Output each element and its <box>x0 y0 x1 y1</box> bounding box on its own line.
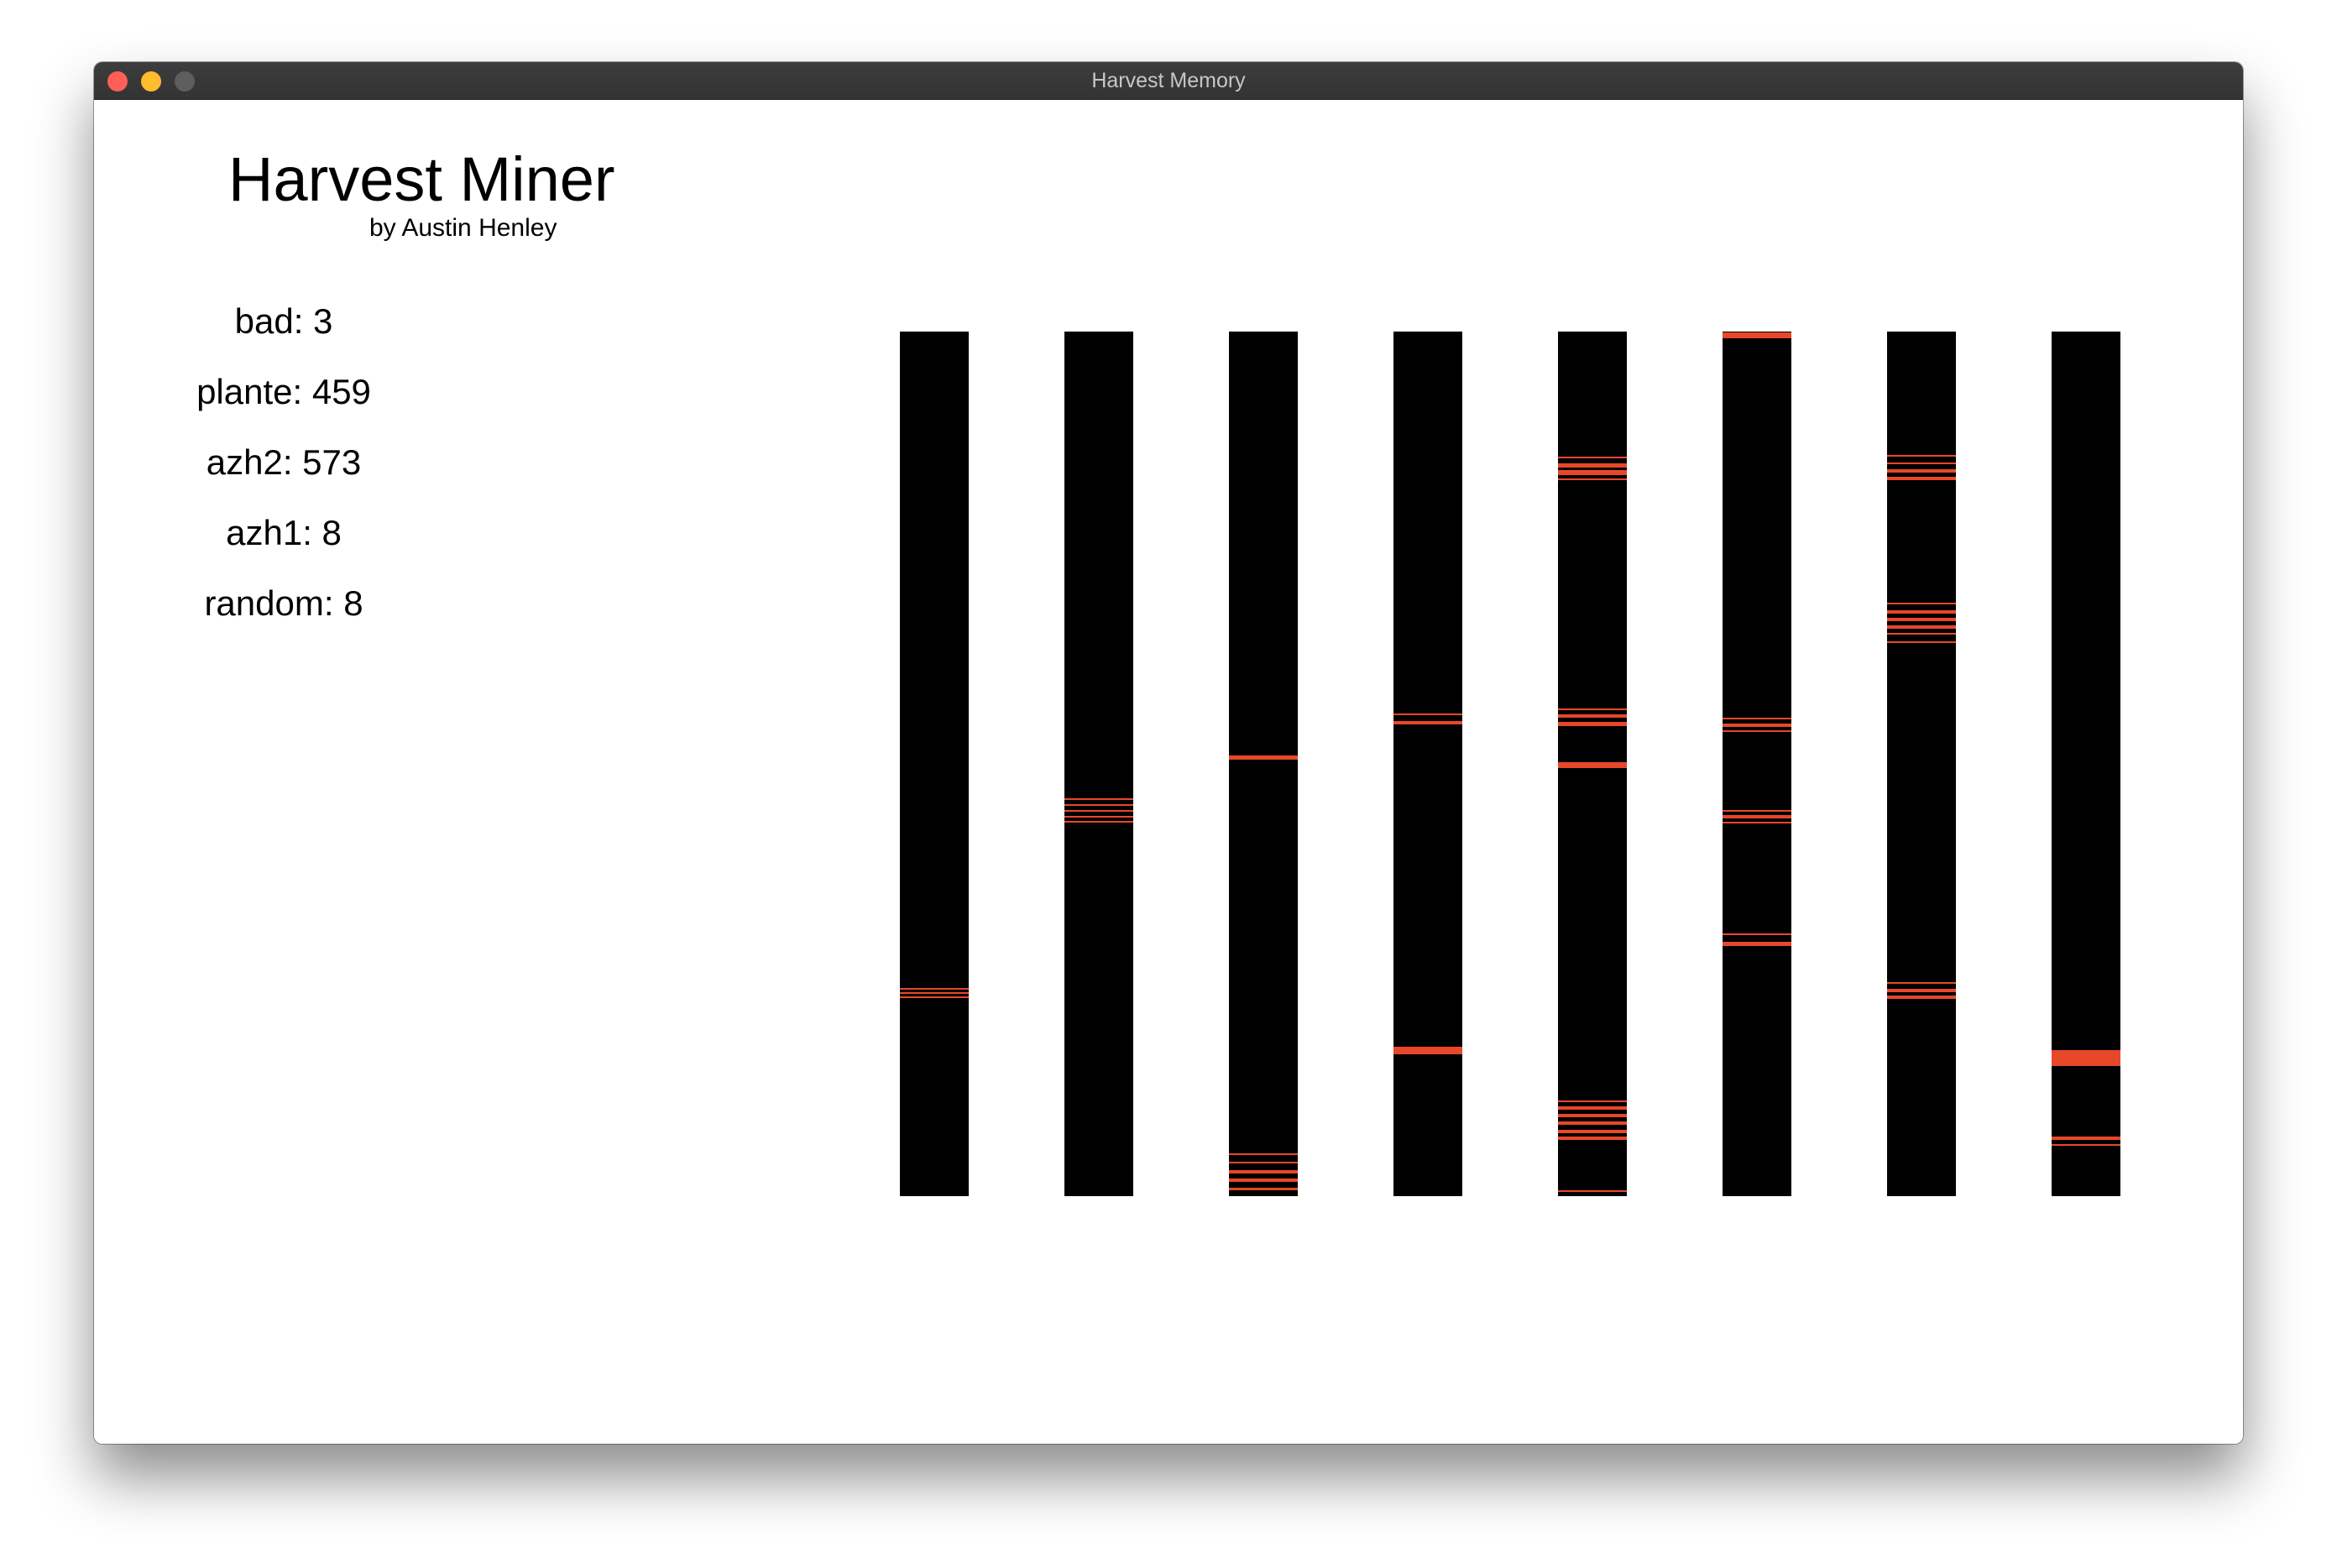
memory-column-2 <box>1064 332 1133 1196</box>
memory-mark <box>900 992 969 994</box>
memory-mark <box>900 988 969 990</box>
stat-plante: plante: 459 <box>196 372 371 411</box>
memory-mark <box>1887 469 1956 473</box>
memory-mark <box>1064 810 1133 812</box>
memory-mark <box>1558 714 1627 718</box>
stat-label: random <box>204 583 324 623</box>
stat-label: azh2 <box>206 442 283 482</box>
memory-mark <box>1723 718 1791 719</box>
memory-mark <box>1723 810 1791 812</box>
window-title: Harvest Memory <box>1091 69 1246 92</box>
memory-mark <box>1558 1130 1627 1133</box>
memory-visualization <box>900 332 2159 1196</box>
stat-value: 573 <box>302 442 362 482</box>
memory-mark <box>1723 730 1791 732</box>
memory-mark <box>1887 625 1956 629</box>
stat-label: azh1 <box>226 513 303 552</box>
memory-mark <box>1064 816 1133 818</box>
memory-mark <box>1558 1137 1627 1140</box>
memory-mark <box>1064 821 1133 823</box>
memory-mark <box>1887 455 1956 457</box>
memory-column-7 <box>1887 332 1956 1196</box>
memory-mark <box>1723 332 1791 338</box>
memory-mark <box>1558 463 1627 468</box>
app-title: Harvest Miner <box>228 144 615 214</box>
stat-value: 3 <box>313 301 333 341</box>
memory-mark <box>1723 724 1791 727</box>
memory-mark <box>1064 798 1133 800</box>
stat-azh1: azh1: 8 <box>226 513 342 552</box>
memory-mark <box>1229 1153 1298 1155</box>
stats-list: bad: 3 plante: 459 azh2: 573 azh1: 8 ran… <box>170 286 398 639</box>
memory-mark <box>1393 713 1462 715</box>
memory-mark <box>1887 463 1956 464</box>
memory-mark <box>2052 1050 2120 1066</box>
memory-mark <box>1229 1170 1298 1173</box>
app-subtitle: by Austin Henley <box>369 214 557 242</box>
memory-mark <box>1887 477 1956 480</box>
memory-mark <box>1229 1162 1298 1163</box>
memory-mark <box>1393 721 1462 724</box>
stat-label: bad <box>234 301 294 341</box>
memory-column-6 <box>1723 332 1791 1196</box>
memory-mark <box>900 996 969 998</box>
memory-mark <box>1229 755 1298 760</box>
memory-mark <box>2052 1144 2120 1146</box>
stat-value: 8 <box>343 583 363 623</box>
memory-mark <box>1393 1047 1462 1054</box>
memory-mark <box>1887 989 1956 992</box>
memory-column-1 <box>900 332 969 1196</box>
memory-column-3 <box>1229 332 1298 1196</box>
memory-mark <box>1887 618 1956 621</box>
memory-mark <box>1723 933 1791 935</box>
app-content: Harvest Miner by Austin Henley bad: 3 pl… <box>94 100 2243 1444</box>
memory-mark <box>1064 804 1133 806</box>
memory-mark <box>1887 633 1956 635</box>
memory-mark <box>1887 603 1956 604</box>
stat-random: random: 8 <box>204 583 363 623</box>
memory-mark <box>1723 822 1791 823</box>
memory-mark <box>1558 1114 1627 1117</box>
memory-mark <box>1558 470 1627 475</box>
stat-value: 459 <box>311 372 371 411</box>
memory-mark <box>1558 762 1627 768</box>
memory-mark <box>1887 996 1956 999</box>
stat-label: plante <box>196 372 293 411</box>
memory-mark <box>1558 1190 1627 1192</box>
memory-mark <box>1723 815 1791 818</box>
stat-value: 8 <box>322 513 342 552</box>
app-window: Harvest Memory Harvest Miner by Austin H… <box>94 62 2243 1444</box>
memory-mark <box>1558 1100 1627 1102</box>
memory-mark <box>1887 610 1956 614</box>
memory-mark <box>1229 1179 1298 1182</box>
memory-mark <box>1887 641 1956 643</box>
memory-mark <box>1558 478 1627 480</box>
memory-mark <box>2052 1137 2120 1140</box>
title-bar[interactable]: Harvest Memory <box>94 62 2243 100</box>
memory-column-8 <box>2052 332 2120 1196</box>
stat-azh2: azh2: 573 <box>206 442 362 482</box>
memory-mark <box>1558 708 1627 710</box>
memory-mark <box>1723 942 1791 946</box>
memory-column-4 <box>1393 332 1462 1196</box>
memory-mark <box>1558 1121 1627 1125</box>
stat-bad: bad: 3 <box>234 301 333 341</box>
memory-mark <box>1558 722 1627 726</box>
memory-mark <box>1558 457 1627 458</box>
memory-mark <box>1229 1188 1298 1190</box>
memory-mark <box>1558 1106 1627 1110</box>
memory-column-5 <box>1558 332 1627 1196</box>
memory-mark <box>1887 982 1956 984</box>
